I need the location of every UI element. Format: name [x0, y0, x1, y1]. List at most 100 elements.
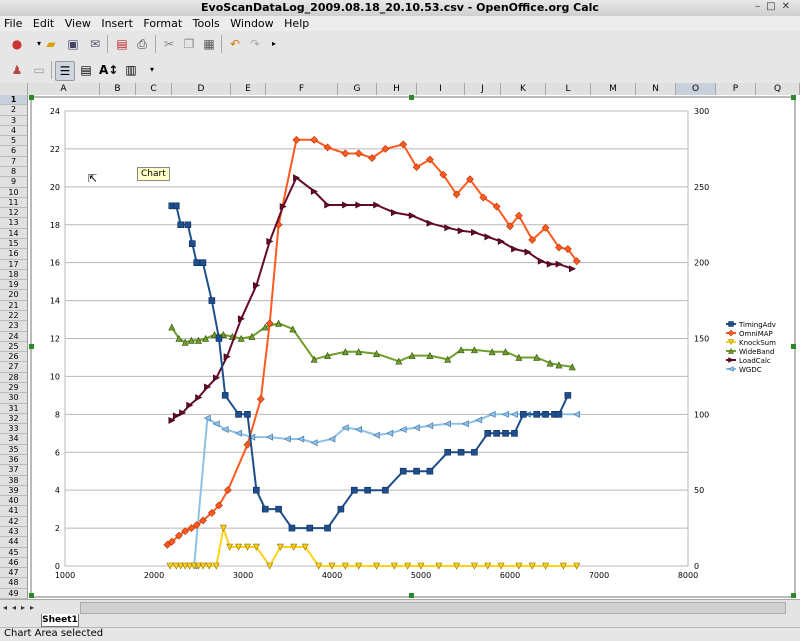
save-icon[interactable]: ▣ [64, 35, 82, 53]
menu-tools[interactable]: Tools [189, 16, 223, 30]
column-header-h[interactable]: H [377, 83, 417, 95]
row-header-23[interactable]: 23 [0, 321, 27, 332]
row-header-10[interactable]: 10 [0, 188, 27, 198]
undo-icon[interactable]: ↶ [226, 35, 244, 53]
row-header-6[interactable]: 6 [0, 146, 27, 157]
row-header-26[interactable]: 26 [0, 352, 27, 363]
last-sheet-icon[interactable]: ▸ [30, 603, 38, 613]
row-header-12[interactable]: 12 [0, 208, 27, 219]
legend-toggle-icon[interactable]: ▤ [77, 61, 95, 79]
select-all-corner[interactable] [0, 83, 28, 95]
chart-element-icon[interactable]: ♟ [8, 61, 26, 79]
new-document-icon[interactable]: ● [8, 35, 26, 53]
selection-handle[interactable] [29, 593, 34, 598]
row-header-31[interactable]: 31 [0, 404, 27, 414]
column-header-n[interactable]: N [636, 83, 676, 95]
row-header-36[interactable]: 36 [0, 455, 27, 466]
print-icon[interactable]: ⎙ [133, 35, 151, 53]
row-header-48[interactable]: 48 [0, 578, 27, 589]
first-sheet-icon[interactable]: ◂ [3, 603, 11, 613]
row-header-34[interactable]: 34 [0, 434, 27, 445]
row-header-38[interactable]: 38 [0, 476, 27, 486]
row-header-32[interactable]: 32 [0, 414, 27, 425]
row-header-22[interactable]: 22 [0, 311, 27, 322]
column-header-b[interactable]: B [100, 83, 136, 95]
row-header-47[interactable]: 47 [0, 568, 27, 579]
row-header-7[interactable]: 7 [0, 157, 27, 167]
next-sheet-icon[interactable]: ▸ [21, 603, 29, 613]
column-header-e[interactable]: E [231, 83, 266, 95]
row-header-45[interactable]: 45 [0, 548, 27, 558]
column-header-k[interactable]: K [501, 83, 546, 95]
row-header-28[interactable]: 28 [0, 373, 27, 383]
row-header-43[interactable]: 43 [0, 527, 27, 538]
column-header-j[interactable]: J [465, 83, 501, 95]
column-header-q[interactable]: Q [756, 83, 800, 95]
column-header-i[interactable]: I [417, 83, 465, 95]
prev-sheet-icon[interactable]: ◂ [12, 603, 20, 613]
column-header-g[interactable]: G [338, 83, 377, 95]
selection-handle[interactable] [29, 95, 34, 100]
row-header-2[interactable]: 2 [0, 105, 27, 116]
row-header-1[interactable]: 1 [0, 95, 27, 106]
email-icon[interactable]: ✉ [86, 35, 104, 53]
sheet-tab[interactable]: Sheet1 [41, 614, 79, 627]
row-header-49[interactable]: 49 [0, 589, 27, 599]
row-header-46[interactable]: 46 [0, 558, 27, 569]
row-header-19[interactable]: 19 [0, 280, 27, 291]
row-header-14[interactable]: 14 [0, 229, 27, 239]
export-pdf-icon[interactable]: ▤ [113, 35, 131, 53]
row-header-39[interactable]: 39 [0, 486, 27, 497]
row-header-24[interactable]: 24 [0, 332, 27, 342]
open-folder-icon[interactable]: ▰ [42, 35, 60, 53]
row-header-21[interactable]: 21 [0, 301, 27, 311]
row-header-37[interactable]: 37 [0, 465, 27, 476]
selection-handle[interactable] [791, 593, 796, 598]
column-header-l[interactable]: L [546, 83, 591, 95]
row-header-11[interactable]: 11 [0, 198, 27, 209]
column-header-d[interactable]: D [172, 83, 231, 95]
menu-file[interactable]: File [0, 16, 25, 30]
window-controls[interactable]: –□✕ [755, 1, 796, 12]
row-header-20[interactable]: 20 [0, 290, 27, 301]
row-header-4[interactable]: 4 [0, 126, 27, 137]
row-header-25[interactable]: 25 [0, 342, 27, 353]
selection-handle[interactable] [29, 344, 34, 349]
selection-handle[interactable] [409, 593, 414, 598]
menu-view[interactable]: View [61, 16, 94, 30]
row-header-42[interactable]: 42 [0, 517, 27, 527]
selection-handle[interactable] [791, 95, 796, 100]
copy-icon[interactable]: ❐ [180, 35, 198, 53]
row-header-30[interactable]: 30 [0, 393, 27, 404]
row-header-17[interactable]: 17 [0, 260, 27, 270]
menu-edit[interactable]: Edit [29, 16, 57, 30]
row-header-27[interactable]: 27 [0, 362, 27, 373]
row-header-16[interactable]: 16 [0, 249, 27, 260]
menu-insert[interactable]: Insert [97, 16, 136, 30]
row-header-13[interactable]: 13 [0, 218, 27, 229]
cut-icon[interactable]: ✂ [160, 35, 178, 53]
row-header-35[interactable]: 35 [0, 445, 27, 455]
row-header-15[interactable]: 15 [0, 239, 27, 250]
row-header-29[interactable]: 29 [0, 383, 27, 394]
paste-icon[interactable]: ▦ [200, 35, 218, 53]
row-header-44[interactable]: 44 [0, 537, 27, 548]
selection-handle[interactable] [791, 344, 796, 349]
row-header-41[interactable]: 41 [0, 506, 27, 517]
row-header-9[interactable]: 9 [0, 177, 27, 188]
redo-icon[interactable]: ↷ [246, 35, 264, 53]
row-header-18[interactable]: 18 [0, 270, 27, 281]
menu-window[interactable]: Window [226, 16, 276, 30]
horizontal-grids-icon[interactable]: ☰ [55, 61, 75, 81]
menu-help[interactable]: Help [280, 16, 312, 30]
row-header-5[interactable]: 5 [0, 136, 27, 147]
format-selection-icon[interactable]: ▭ [30, 61, 48, 79]
menu-format[interactable]: Format [139, 16, 185, 30]
column-header-m[interactable]: M [591, 83, 636, 95]
horizontal-scrollbar[interactable] [80, 602, 786, 614]
scale-text-icon[interactable]: A↕ [99, 61, 118, 79]
column-header-p[interactable]: P [716, 83, 756, 95]
row-header-8[interactable]: 8 [0, 167, 27, 178]
row-header-33[interactable]: 33 [0, 424, 27, 435]
column-header-o[interactable]: O [676, 83, 716, 95]
